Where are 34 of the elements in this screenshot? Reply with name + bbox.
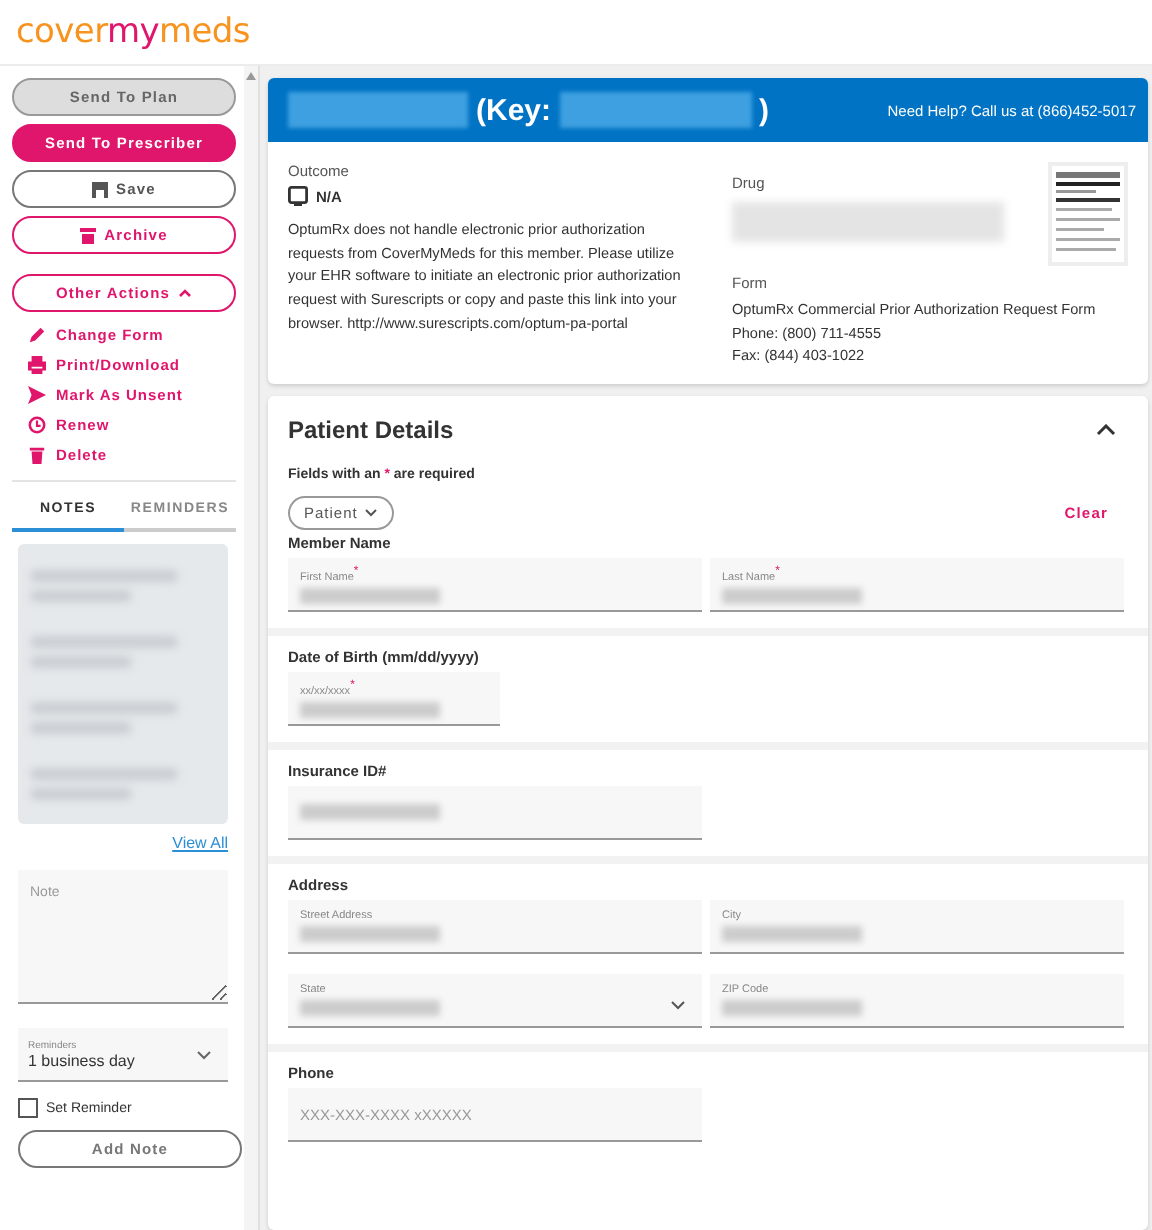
collapse-icon[interactable] <box>1096 424 1116 437</box>
view-all-link[interactable]: View All <box>172 834 228 852</box>
key-label: ) <box>759 93 770 127</box>
redacted-text <box>30 655 133 667</box>
caret-icon <box>178 288 193 298</box>
redacted-text <box>30 721 133 733</box>
chevron-icon <box>196 1050 212 1060</box>
trash-icon <box>28 446 46 464</box>
chevron-icon <box>670 1000 686 1011</box>
save-icon <box>92 181 109 197</box>
redacted-text <box>30 787 133 799</box>
key-label: (Key: <box>476 93 552 127</box>
pencil-icon <box>28 326 46 344</box>
printer-icon <box>28 356 46 374</box>
scroll-up-icon[interactable] <box>246 72 256 80</box>
redacted-text <box>300 587 440 604</box>
input-field[interactable] <box>288 786 702 841</box>
send-icon <box>28 386 46 404</box>
redacted-text <box>300 1000 440 1017</box>
inbox-icon <box>288 186 308 206</box>
redacted-text <box>722 926 862 943</box>
redacted-text <box>300 926 440 943</box>
history-icon <box>28 416 46 434</box>
redacted-text <box>300 804 440 821</box>
chevron-icon <box>363 508 378 519</box>
archive-icon <box>80 227 97 243</box>
redacted-text <box>30 589 133 601</box>
section-title: Patient Details <box>288 416 454 445</box>
logo[interactable]: covermymeds <box>16 12 250 52</box>
document-thumbnail[interactable] <box>1048 162 1128 266</box>
redacted-text <box>722 1000 862 1017</box>
checkbox[interactable] <box>18 1098 38 1118</box>
redacted-text <box>300 701 440 718</box>
redacted-text <box>722 587 862 604</box>
